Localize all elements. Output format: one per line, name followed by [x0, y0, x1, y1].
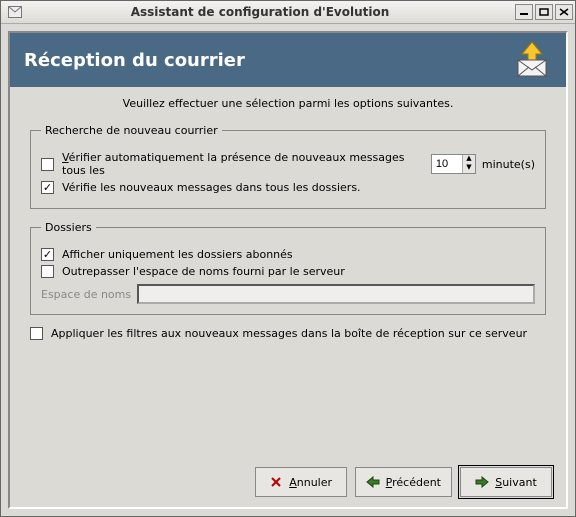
subscribed-label: Afficher uniquement les dossiers abonnés [62, 248, 293, 261]
interval-spinner[interactable]: ▲ ▼ [431, 154, 476, 174]
spin-down-icon[interactable]: ▼ [462, 164, 475, 173]
back-button[interactable]: Précédent [355, 467, 452, 497]
wizard-panel: Réception du courrier Veuillez effectuer… [8, 31, 568, 509]
row-namespace-input: Espace de noms [41, 284, 535, 304]
arrow-left-icon [366, 475, 380, 489]
apply-filters-label: Appliquer les filtres aux nouveaux messa… [51, 327, 527, 340]
page-title: Réception du courrier [24, 50, 245, 71]
wizard-body: Recherche de nouveau courrier Vérifier a… [10, 116, 566, 354]
cancel-icon [269, 475, 283, 489]
arrow-right-icon [475, 475, 489, 489]
maximize-button[interactable] [535, 4, 553, 20]
namespace-input[interactable] [137, 284, 535, 304]
all-folders-checkbox[interactable] [41, 181, 54, 194]
wizard-window: Assistant de configuration d'Evolution R… [0, 0, 576, 517]
all-folders-label: Vérifie les nouveaux messages dans tous … [62, 181, 361, 194]
auto-check-label: Vérifier automatiquement la présence de … [62, 151, 425, 177]
auto-check-checkbox[interactable] [41, 158, 54, 171]
group-folders-legend: Dossiers [41, 221, 96, 234]
next-button[interactable]: Suivant [460, 467, 552, 497]
group-new-mail-legend: Recherche de nouveau courrier [41, 124, 222, 137]
spacer [10, 354, 566, 459]
row-apply-filters: Appliquer les filtres aux nouveaux messa… [30, 327, 546, 340]
apply-filters-checkbox[interactable] [30, 327, 43, 340]
next-label: Suivant [495, 476, 537, 489]
subscribed-checkbox[interactable] [41, 248, 54, 261]
close-button[interactable] [555, 4, 573, 20]
row-subscribed: Afficher uniquement les dossiers abonnés [41, 248, 535, 261]
row-auto-check: Vérifier automatiquement la présence de … [41, 151, 535, 177]
interval-value[interactable] [432, 155, 462, 173]
button-bar: Annuler Précédent Suivant [10, 459, 566, 507]
group-new-mail-search: Recherche de nouveau courrier Vérifier a… [30, 124, 546, 209]
cancel-button[interactable]: Annuler [255, 467, 347, 497]
group-folders: Dossiers Afficher uniquement les dossier… [30, 221, 546, 315]
back-label: Précédent [386, 476, 441, 489]
cancel-label: Annuler [289, 476, 332, 489]
instruction-text: Veuillez effectuer une sélection parmi l… [10, 87, 566, 116]
override-namespace-checkbox[interactable] [41, 265, 54, 278]
mail-receive-icon [512, 40, 552, 80]
override-namespace-label: Outrepasser l'espace de noms fourni par … [62, 265, 345, 278]
interval-unit-label: minute(s) [482, 158, 535, 171]
row-all-folders: Vérifie les nouveaux messages dans tous … [41, 181, 535, 194]
window-title: Assistant de configuration d'Evolution [27, 5, 513, 19]
client-area: Réception du courrier Veuillez effectuer… [1, 24, 575, 516]
wizard-header: Réception du courrier [10, 33, 566, 87]
app-icon [7, 4, 23, 20]
namespace-label: Espace de noms [41, 288, 131, 301]
titlebar: Assistant de configuration d'Evolution [1, 1, 575, 24]
row-override-namespace: Outrepasser l'espace de noms fourni par … [41, 265, 535, 278]
minimize-button[interactable] [515, 4, 533, 20]
